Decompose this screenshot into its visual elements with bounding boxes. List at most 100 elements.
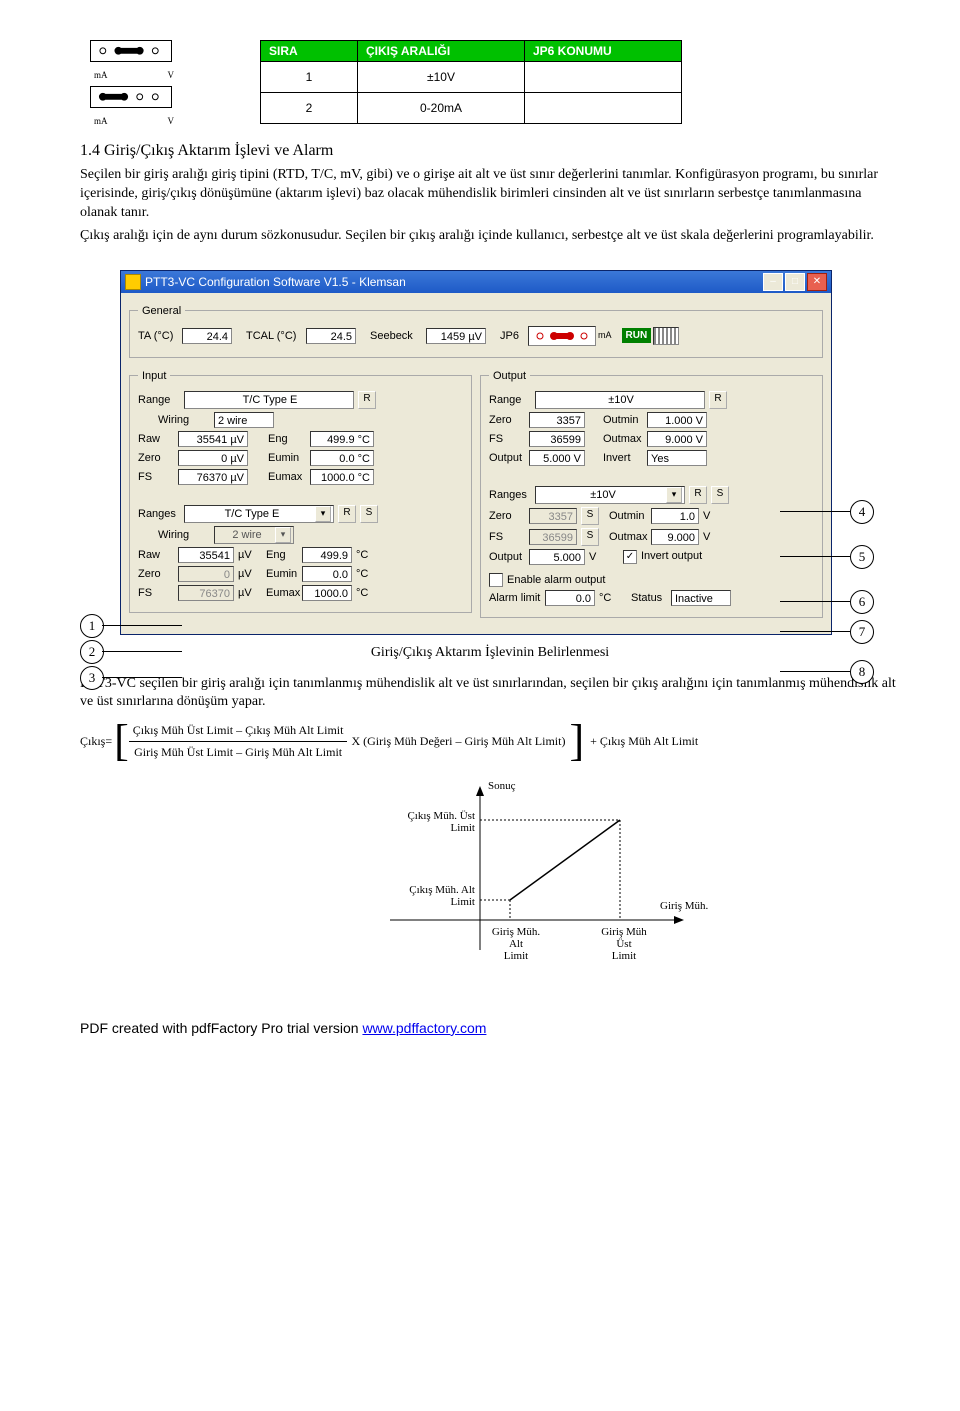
zero-s-button[interactable]: S bbox=[581, 507, 599, 525]
section-paragraph-2: Çıkış aralığı için de aynı durum sözkonu… bbox=[80, 227, 900, 246]
figure-caption: Giriş/Çıkış Aktarım İşlevinin Belirlenme… bbox=[80, 645, 900, 661]
input-legend: Input bbox=[138, 370, 170, 382]
raw-field: 35541 µV bbox=[178, 431, 248, 447]
outmin-field: 1.000 V bbox=[647, 412, 707, 428]
graph-xlabel: Giriş Müh. bbox=[660, 900, 708, 912]
callout-1: 1 bbox=[80, 614, 104, 638]
graph-x-lower: Giriş Müh. Alt Limit bbox=[486, 926, 546, 962]
close-button[interactable]: ✕ bbox=[807, 273, 827, 291]
ta-label: TA (°C) bbox=[138, 330, 182, 342]
chevron-down-icon: ▾ bbox=[666, 487, 682, 503]
formula-lhs: Çıkış= bbox=[80, 734, 112, 749]
seebeck-label: Seebeck bbox=[370, 330, 426, 342]
th-range: ÇIKIŞ ARALIĞI bbox=[358, 41, 525, 62]
formula-mid: X (Giriş Müh Değeri – Giriş Müh Alt Limi… bbox=[351, 734, 565, 749]
general-group: General TA (°C) 24.4 TCAL (°C) 24.5 Seeb… bbox=[129, 305, 823, 358]
maximize-button[interactable]: □ bbox=[785, 273, 805, 291]
output-r-button[interactable]: R bbox=[709, 391, 727, 409]
input-ranges-r-button[interactable]: R bbox=[338, 505, 356, 523]
output-field: 5.000 V bbox=[529, 450, 585, 466]
jumper-row-2 bbox=[90, 86, 172, 108]
eng2-field: 499.9 bbox=[302, 547, 352, 563]
graph-y-lower: Çıkış Müh. Alt Limit bbox=[375, 884, 475, 908]
jp6-label: JP6 bbox=[500, 330, 528, 342]
callout-2: 2 bbox=[80, 640, 104, 664]
outmin2-field[interactable]: 1.0 bbox=[651, 508, 699, 524]
out-zero-field: 3357 bbox=[529, 412, 585, 428]
callout-7: 7 bbox=[850, 620, 874, 644]
output2-field[interactable]: 5.000 bbox=[529, 549, 585, 565]
run-label: RUN bbox=[622, 328, 652, 343]
eumax-field: 1000.0 °C bbox=[310, 469, 374, 485]
eng-field: 499.9 °C bbox=[310, 431, 374, 447]
window-title: PTT3-VC Configuration Software V1.5 - Kl… bbox=[145, 275, 763, 289]
output-range-display: ±10V bbox=[535, 391, 705, 409]
graph-y-upper: Çıkış Müh. Üst Limit bbox=[375, 810, 475, 834]
transfer-formula: Çıkış= [ Çıkış Müh Üst Limit – Çıkış Müh… bbox=[80, 722, 900, 759]
eumax2-field[interactable]: 1000.0 bbox=[302, 585, 352, 601]
callout-3: 3 bbox=[80, 666, 104, 690]
formula-denominator: Giriş Müh Üst Limit – Giriş Müh Alt Limi… bbox=[129, 742, 348, 760]
invert-field: Yes bbox=[647, 450, 707, 466]
out-fs2-field[interactable]: 36599 bbox=[529, 529, 577, 545]
out-fs-field: 36599 bbox=[529, 431, 585, 447]
run-indicator: RUN bbox=[622, 327, 680, 345]
output-ranges-select[interactable]: ±10V▾ bbox=[535, 486, 685, 504]
output-ranges-r-button[interactable]: R bbox=[689, 486, 707, 504]
output-range-table: SIRA ÇIKIŞ ARALIĞI JP6 KONUMU 1±10V 20-2… bbox=[260, 40, 682, 124]
th-sira: SIRA bbox=[261, 41, 358, 62]
jumper-row-1 bbox=[90, 40, 172, 62]
footer-text: PDF created with pdfFactory Pro trial ve… bbox=[80, 1020, 362, 1036]
th-jp6: JP6 KONUMU bbox=[525, 41, 682, 62]
input-ranges-s-button[interactable]: S bbox=[360, 505, 378, 523]
jumper-v-label: V bbox=[168, 70, 175, 80]
raw2-field: 35541 bbox=[178, 547, 234, 563]
out-zero2-field[interactable]: 3357 bbox=[529, 508, 577, 524]
fs-s-button[interactable]: S bbox=[581, 528, 599, 546]
general-legend: General bbox=[138, 305, 185, 317]
graph-x-upper: Giriş Müh Üst Limit bbox=[594, 926, 654, 962]
paragraph-after-figure: PTT3-VC seçilen bir giriş aralığı için t… bbox=[80, 675, 900, 713]
section-paragraph-1: Seçilen bir giriş aralığı giriş tipini (… bbox=[80, 166, 900, 223]
formula-numerator: Çıkış Müh Üst Limit – Çıkış Müh Alt Limi… bbox=[129, 723, 348, 742]
invert-chk-label: Invert output bbox=[641, 550, 702, 562]
footer-link[interactable]: www.pdffactory.com bbox=[362, 1020, 486, 1036]
fs2-field[interactable]: 76370 bbox=[178, 585, 234, 601]
output-range-table-block: mAV mAV SIRA ÇIKIŞ ARALIĞI JP6 KONUMU 1±… bbox=[80, 40, 900, 124]
fs-field: 76370 µV bbox=[178, 469, 248, 485]
input-r-button[interactable]: R bbox=[358, 391, 376, 409]
enable-alarm-checkbox[interactable] bbox=[489, 573, 503, 587]
output-legend: Output bbox=[489, 370, 530, 382]
outmax2-field[interactable]: 9.000 bbox=[651, 529, 699, 545]
config-window: PTT3-VC Configuration Software V1.5 - Kl… bbox=[120, 270, 832, 635]
chevron-down-icon: ▾ bbox=[315, 506, 331, 522]
output-ranges-s-button[interactable]: S bbox=[711, 486, 729, 504]
jumper-ma-label: mA bbox=[94, 70, 108, 80]
invert-checkbox[interactable]: ✓ bbox=[623, 550, 637, 564]
ta-field[interactable]: 24.4 bbox=[182, 328, 232, 344]
zero-field: 0 µV bbox=[178, 450, 248, 466]
app-icon bbox=[125, 274, 141, 290]
tcal-field[interactable]: 24.5 bbox=[306, 328, 356, 344]
zero2-field[interactable]: 0 bbox=[178, 566, 234, 582]
output-group: Output Range ±10V R Zero 3357 Outmin 1.0… bbox=[480, 370, 823, 618]
tcal-label: TCAL (°C) bbox=[246, 330, 306, 342]
outmax-field: 9.000 V bbox=[647, 431, 707, 447]
formula-rhs: + Çıkış Müh Alt Limit bbox=[590, 734, 698, 749]
minimize-button[interactable]: – bbox=[763, 273, 783, 291]
input-range-display: T/C Type E bbox=[184, 391, 354, 409]
eumin2-field[interactable]: 0.0 bbox=[302, 566, 352, 582]
section-heading: 1.4 Giriş/Çıkış Aktarım İşlevi ve Alarm bbox=[80, 142, 900, 160]
input-group: Input Range T/C Type E R Wiring 2 wire R… bbox=[129, 370, 472, 613]
wiring-field: 2 wire bbox=[214, 412, 274, 428]
wiring-select[interactable]: 2 wire▾ bbox=[214, 526, 294, 544]
callout-8: 8 bbox=[850, 660, 874, 684]
jumper-diagrams: mAV mAV bbox=[90, 40, 178, 126]
window-titlebar[interactable]: PTT3-VC Configuration Software V1.5 - Kl… bbox=[121, 271, 831, 293]
seebeck-field[interactable]: 1459 µV bbox=[426, 328, 486, 344]
eumin-field: 0.0 °C bbox=[310, 450, 374, 466]
alarm-limit-field[interactable]: 0.0 bbox=[545, 590, 595, 606]
pdf-footer: PDF created with pdfFactory Pro trial ve… bbox=[80, 1020, 900, 1036]
input-ranges-select[interactable]: T/C Type E▾ bbox=[184, 505, 334, 523]
callout-5: 5 bbox=[850, 545, 874, 569]
